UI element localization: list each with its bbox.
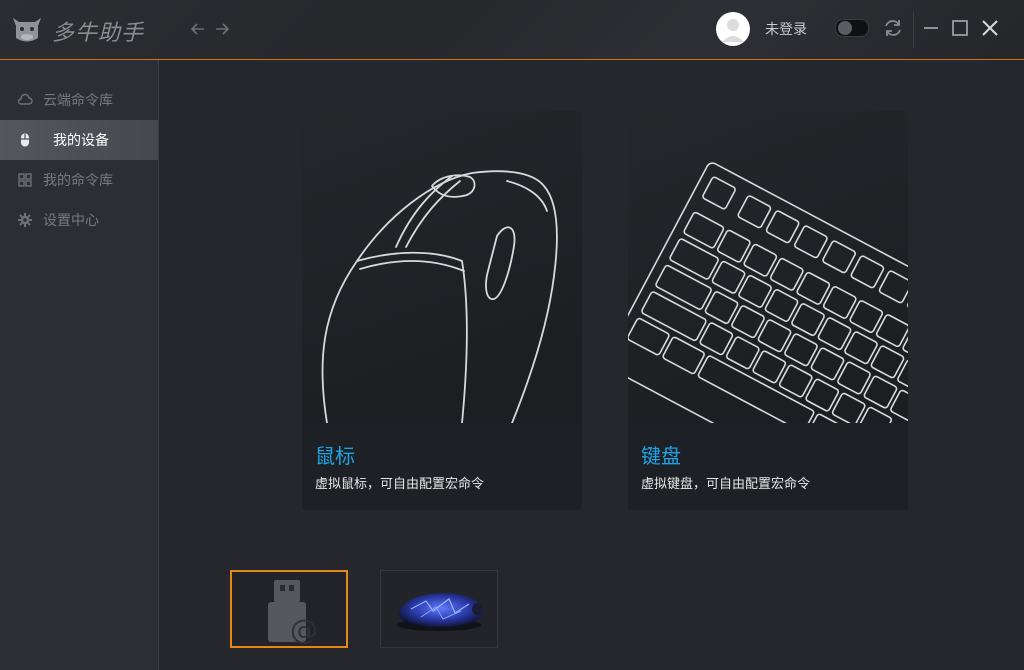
gear-icon: [17, 212, 33, 228]
login-status[interactable]: 未登录: [765, 19, 807, 39]
keyboard-illustration-icon: [628, 162, 908, 423]
user-icon: [722, 19, 744, 42]
app-title: 多牛助手: [52, 21, 145, 46]
sidebar-item-my-library[interactable]: 我的命令库: [0, 160, 158, 200]
svg-text:@: @: [290, 613, 318, 646]
mouse-card[interactable]: 鼠标 虚拟鼠标，可自由配置宏命令: [302, 111, 582, 510]
mouse-card-desc: 虚拟鼠标，可自由配置宏命令: [315, 477, 485, 492]
sidebar-item-cloud-library[interactable]: 云端命令库: [0, 80, 158, 120]
device-usb[interactable]: @: [230, 570, 348, 648]
sidebar-item-my-devices[interactable]: 我的设备: [0, 120, 158, 160]
divider: [913, 12, 914, 48]
grid-icon: [17, 172, 33, 188]
nav-arrows: [188, 19, 232, 39]
device-gaming-mouse[interactable]: [380, 570, 498, 648]
maximize-icon[interactable]: [950, 18, 970, 38]
sidebar-item-label: 我的设备: [53, 133, 109, 149]
mouse-icon: [17, 132, 33, 148]
forward-arrow-icon[interactable]: [212, 19, 232, 39]
gaming-mouse-icon: [397, 593, 483, 631]
sidebar-item-label: 云端命令库: [43, 93, 113, 109]
mouse-card-caption: 鼠标 虚拟鼠标，可自由配置宏命令: [302, 423, 582, 510]
sidebar: 云端命令库 我的设备 我的命令库 设置中心: [0, 60, 159, 670]
keyboard-card-title: 键盘: [641, 444, 681, 468]
cloud-icon: [17, 92, 33, 108]
sidebar-item-settings[interactable]: 设置中心: [0, 200, 158, 240]
back-arrow-icon[interactable]: [188, 19, 208, 39]
theme-toggle[interactable]: [835, 19, 869, 37]
sidebar-item-label: 我的命令库: [43, 173, 113, 189]
sidebar-item-label: 设置中心: [43, 213, 99, 229]
refresh-icon[interactable]: [882, 17, 904, 39]
user-avatar[interactable]: [716, 12, 750, 46]
keyboard-card-caption: 键盘 虚拟键盘，可自由配置宏命令: [628, 423, 908, 510]
mouse-card-title: 鼠标: [315, 444, 355, 468]
minimize-icon[interactable]: [921, 18, 941, 38]
keyboard-card-desc: 虚拟键盘，可自由配置宏命令: [641, 477, 811, 492]
keyboard-card[interactable]: 键盘 虚拟键盘，可自由配置宏命令: [628, 111, 908, 510]
cow-logo-icon: [13, 18, 41, 42]
mouse-illustration-icon: [321, 170, 558, 423]
title-bar: 多牛助手 未登录: [0, 0, 1024, 60]
usb-device-icon: @: [268, 580, 318, 646]
close-icon[interactable]: [980, 18, 1000, 38]
